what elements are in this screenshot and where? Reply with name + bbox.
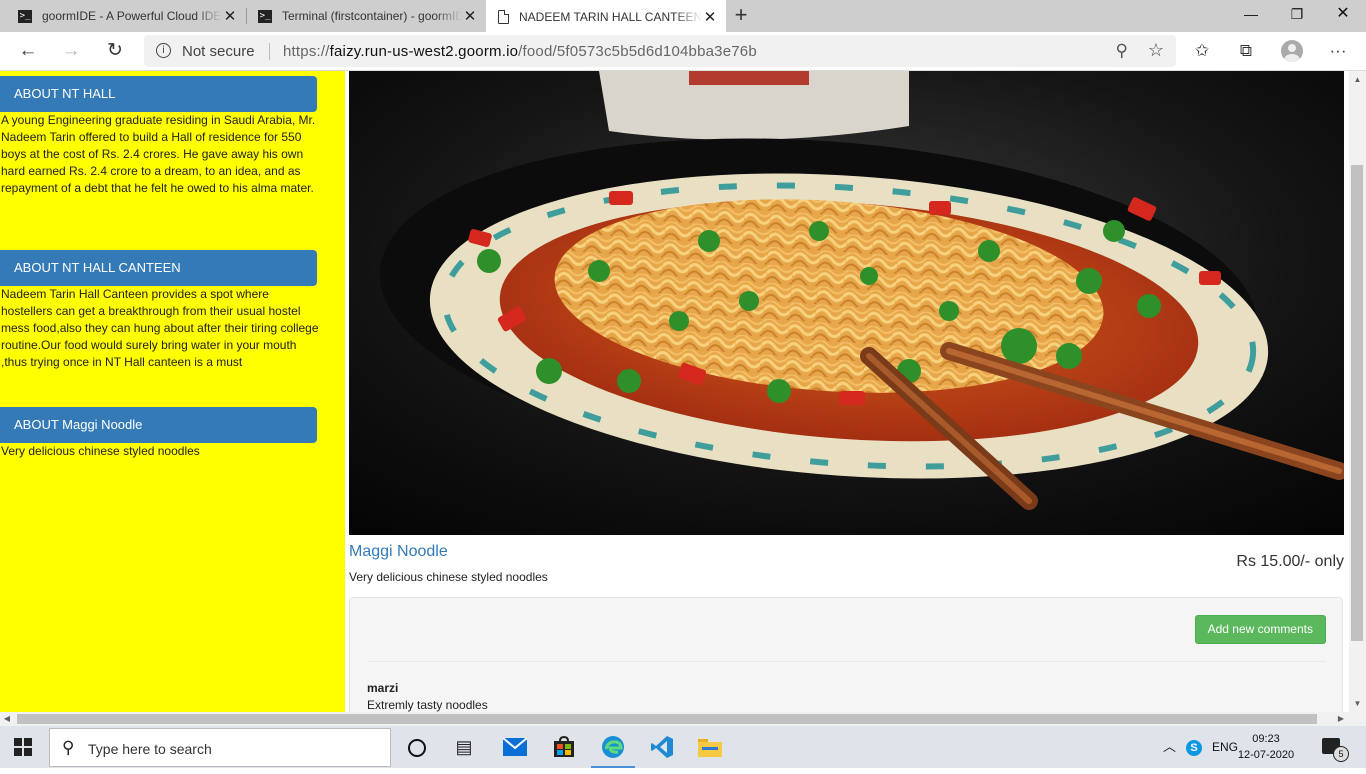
url-scheme: https:// <box>283 43 330 60</box>
noodle-plate-illustration <box>349 71 1344 535</box>
horizontal-scroll-thumb[interactable] <box>17 714 1317 724</box>
sidebar-text-about-nt-hall: A young Engineering graduate residing in… <box>1 113 316 195</box>
sidebar: ABOUT NT HALL A young Engineering gradua… <box>0 71 345 712</box>
close-window-button[interactable]: ✕ <box>1320 0 1366 32</box>
windows-start-icon[interactable] <box>14 738 32 756</box>
comment-text: Extremly tasty noodles <box>367 698 488 712</box>
scroll-down-arrow-icon[interactable]: ▼ <box>1349 695 1366 712</box>
document-icon <box>498 9 509 24</box>
url-host: faizy.run-us-west2.goorm.io <box>329 43 519 60</box>
url-text[interactable]: https://faizy.run-us-west2.goorm.io/food… <box>283 43 757 60</box>
terminal-icon: >_ <box>18 9 32 23</box>
tab-goormide[interactable]: >_ goormIDE - A Powerful Cloud IDE ✕ <box>6 0 246 32</box>
food-description: Very delicious chinese styled noodles <box>349 570 548 584</box>
sidebar-heading-about-nt-hall: ABOUT NT HALL <box>0 76 317 112</box>
vertical-scrollbar[interactable]: ▲ ▼ <box>1349 71 1366 712</box>
comment-author: marzi <box>367 681 399 695</box>
clock-time: 09:23 <box>1252 733 1280 745</box>
address-bar[interactable]: i Not secure https://faizy.run-us-west2.… <box>144 35 1176 67</box>
tab-title: NADEEM TARIN HALL CANTEEN <box>519 9 702 24</box>
food-price: Rs 15.00/- only <box>1236 553 1344 570</box>
comments-panel: Add new comments marzi Extremly tasty no… <box>349 597 1343 712</box>
vscode-app-icon[interactable] <box>638 726 686 768</box>
close-icon[interactable]: ✕ <box>702 8 718 26</box>
minimize-button[interactable]: — <box>1228 0 1274 32</box>
forward-button[interactable]: → <box>57 37 85 65</box>
sidebar-heading-about-canteen: ABOUT NT HALL CANTEEN <box>0 250 317 286</box>
url-path: /food/5f0573c5b5d6d104bba3e76b <box>518 43 757 60</box>
task-view-icon[interactable]: ▤ <box>440 726 488 768</box>
sidebar-heading-about-food: ABOUT Maggi Noodle <box>0 407 317 443</box>
close-icon[interactable]: ✕ <box>462 7 478 25</box>
tab-title: Terminal (firstcontainer) - goormIDE <box>282 9 462 23</box>
horizontal-scrollbar[interactable]: ◀ ▶ <box>0 712 1349 726</box>
mail-app-icon[interactable] <box>491 726 539 768</box>
food-title[interactable]: Maggi Noodle <box>349 543 448 561</box>
scroll-left-arrow-icon[interactable]: ◀ <box>0 712 14 726</box>
system-clock[interactable]: 09:23 12-07-2020 <box>1236 731 1296 763</box>
favorites-list-icon[interactable]: ✩ <box>1190 39 1214 63</box>
show-hidden-icons-chevron-icon[interactable]: ︿ <box>1163 726 1176 768</box>
refresh-button[interactable]: ↻ <box>101 37 129 65</box>
restore-button[interactable]: ❐ <box>1274 0 1320 32</box>
sidebar-text-about-canteen: Nadeem Tarin Hall Canteen provides a spo… <box>1 287 319 369</box>
tab-terminal[interactable]: >_ Terminal (firstcontainer) - goormIDE … <box>246 0 486 32</box>
divider <box>269 43 270 60</box>
windows-taskbar: ⚲ Type here to search ▤ ︿ S ENG 09:23 12… <box>0 726 1366 768</box>
browser-toolbar: ← → ↻ i Not secure https://faizy.run-us-… <box>0 32 1366 71</box>
comments-divider <box>367 661 1326 662</box>
taskbar-search-input[interactable]: ⚲ Type here to search <box>49 728 391 767</box>
back-button[interactable]: ← <box>14 37 42 65</box>
add-comment-button[interactable]: Add new comments <box>1194 615 1326 644</box>
tab-nadeem-tarin-hall-canteen[interactable]: NADEEM TARIN HALL CANTEEN ✕ <box>486 0 726 33</box>
sidebar-text-about-food: Very delicious chinese styled noodles <box>1 444 200 458</box>
search-icon: ⚲ <box>62 738 75 757</box>
new-tab-button[interactable]: + <box>730 4 752 28</box>
file-explorer-app-icon[interactable] <box>686 726 734 768</box>
skype-icon[interactable]: S <box>1186 726 1202 768</box>
favorite-star-icon[interactable]: ☆ <box>1148 40 1164 61</box>
browser-tab-strip: >_ goormIDE - A Powerful Cloud IDE ✕ >_ … <box>0 0 1366 33</box>
info-icon[interactable]: i <box>156 43 171 58</box>
profile-avatar-icon[interactable] <box>1281 40 1303 62</box>
tab-title: goormIDE - A Powerful Cloud IDE <box>42 9 222 23</box>
search-icon[interactable]: ⚲ <box>1116 41 1128 61</box>
security-label[interactable]: Not secure <box>182 43 255 60</box>
vertical-scroll-thumb[interactable] <box>1351 165 1363 641</box>
taskbar-search-placeholder: Type here to search <box>88 741 212 757</box>
cortana-icon[interactable] <box>408 739 426 757</box>
close-icon[interactable]: ✕ <box>222 7 238 25</box>
clock-date: 12-07-2020 <box>1237 749 1295 761</box>
scrollbar-corner <box>1349 712 1366 726</box>
edge-browser-app-icon[interactable] <box>589 726 637 768</box>
more-options-icon[interactable]: ··· <box>1326 39 1350 63</box>
scroll-up-arrow-icon[interactable]: ▲ <box>1349 71 1366 88</box>
language-indicator[interactable]: ENG <box>1212 726 1238 768</box>
page-viewport: ABOUT NT HALL A young Engineering gradua… <box>0 71 1349 712</box>
food-image <box>349 71 1344 535</box>
scroll-right-arrow-icon[interactable]: ▶ <box>1334 712 1348 726</box>
notification-count-badge: 5 <box>1333 746 1349 762</box>
collections-icon[interactable]: ⧉ <box>1234 39 1258 63</box>
store-app-icon[interactable] <box>540 726 588 768</box>
terminal-icon: >_ <box>258 9 272 23</box>
